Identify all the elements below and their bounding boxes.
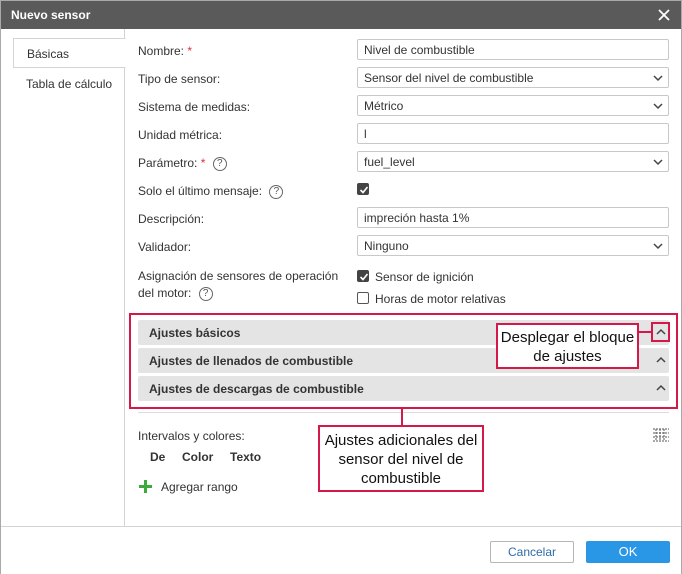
last-message-label: Solo el último mensaje: ? [138, 184, 284, 199]
measure-system-select[interactable]: Métrico [357, 95, 669, 116]
annotation-expand-note: Desplegar el bloque de ajustes [496, 323, 639, 369]
engine-sensors-label-line2: del motor: ? [138, 286, 213, 301]
sensor-type-label: Tipo de sensor: [138, 72, 221, 86]
chevron-down-icon [653, 103, 663, 110]
ok-button[interactable]: OK [586, 541, 670, 563]
tab-basicas[interactable]: Básicas [13, 38, 126, 68]
description-value: impreción hasta 1% [364, 211, 470, 225]
annotation-extra-note: Ajustes adicionales del sensor del nivel… [318, 425, 484, 492]
chevron-down-icon [653, 159, 663, 166]
chevron-down-icon [653, 75, 663, 82]
help-icon[interactable]: ? [212, 156, 227, 171]
validator-select[interactable]: Ninguno [357, 235, 669, 256]
title-bar: Nuevo sensor [1, 1, 681, 29]
description-label: Descripción: [138, 212, 205, 226]
last-message-checkbox[interactable] [357, 183, 369, 195]
unit-label: Unidad métrica: [138, 128, 223, 142]
unit-field[interactable]: l [357, 123, 669, 144]
required-mark: * [200, 156, 206, 170]
unit-value: l [364, 127, 367, 141]
plus-icon [138, 479, 153, 494]
parameter-select[interactable]: fuel_level [357, 151, 669, 172]
ignition-label: Sensor de ignición [375, 270, 474, 284]
validator-value: Ninguno [364, 239, 409, 253]
ignition-checkbox[interactable] [357, 270, 369, 282]
close-icon[interactable] [655, 6, 673, 24]
chevron-down-icon [653, 243, 663, 250]
name-label: Nombre: * [138, 44, 192, 58]
validator-label: Validador: [138, 240, 192, 254]
dialog-title: Nuevo sensor [11, 8, 91, 22]
annotation-connector [401, 409, 403, 426]
column-header-from: De [150, 450, 166, 464]
engine-sensors-label: Asignación de sensores de operación [138, 269, 339, 283]
table-toggle-icon[interactable] [652, 428, 670, 442]
tab-label: Tabla de cálculo [26, 77, 113, 91]
name-value: Nivel de combustible [364, 43, 475, 57]
required-mark: * [187, 44, 193, 58]
parameter-label: Parámetro: * ? [138, 156, 227, 171]
new-sensor-dialog: Nuevo sensor Básicas Tabla de cálculo No… [0, 0, 682, 574]
tab-sidebar: Básicas Tabla de cálculo [1, 29, 126, 526]
engine-hours-checkbox[interactable] [357, 292, 369, 304]
measure-system-label: Sistema de medidas: [138, 100, 251, 114]
parameter-label-text: Parámetro: [138, 156, 198, 170]
help-icon[interactable]: ? [269, 184, 284, 199]
engine-hours-label: Horas de motor relativas [375, 292, 506, 306]
checkmark-icon [359, 186, 369, 194]
add-range-label: Agregar rango [161, 480, 238, 494]
last-message-label-text: Solo el último mensaje: [138, 184, 263, 198]
annotation-expand-text: Desplegar el bloque de ajustes [500, 329, 635, 365]
annotation-connector [638, 331, 652, 333]
sensor-type-value: Sensor del nivel de combustible [364, 71, 534, 85]
section-divider [138, 412, 669, 413]
intervals-label: Intervalos y colores: [138, 429, 245, 443]
description-field[interactable]: impreción hasta 1% [357, 207, 669, 228]
engine-sensors-label-text: del motor: [138, 286, 192, 300]
name-field[interactable]: Nivel de combustible [357, 39, 669, 60]
annotation-extra-text: Ajustes adicionales del sensor del nivel… [324, 432, 478, 487]
column-header-text: Texto [230, 450, 262, 464]
help-icon[interactable]: ? [198, 286, 213, 301]
sensor-type-select[interactable]: Sensor del nivel de combustible [357, 67, 669, 88]
measure-system-value: Métrico [364, 99, 404, 113]
checkmark-icon [359, 273, 369, 281]
tab-tabla-de-calculo[interactable]: Tabla de cálculo [13, 69, 126, 99]
column-header-color: Color [182, 450, 214, 464]
cancel-button[interactable]: Cancelar [490, 541, 574, 563]
parameter-value: fuel_level [364, 155, 415, 169]
expand-button-highlight [651, 322, 670, 342]
dialog-footer: Cancelar OK [1, 526, 681, 574]
tab-label: Básicas [27, 47, 70, 61]
name-label-text: Nombre: [138, 44, 185, 58]
